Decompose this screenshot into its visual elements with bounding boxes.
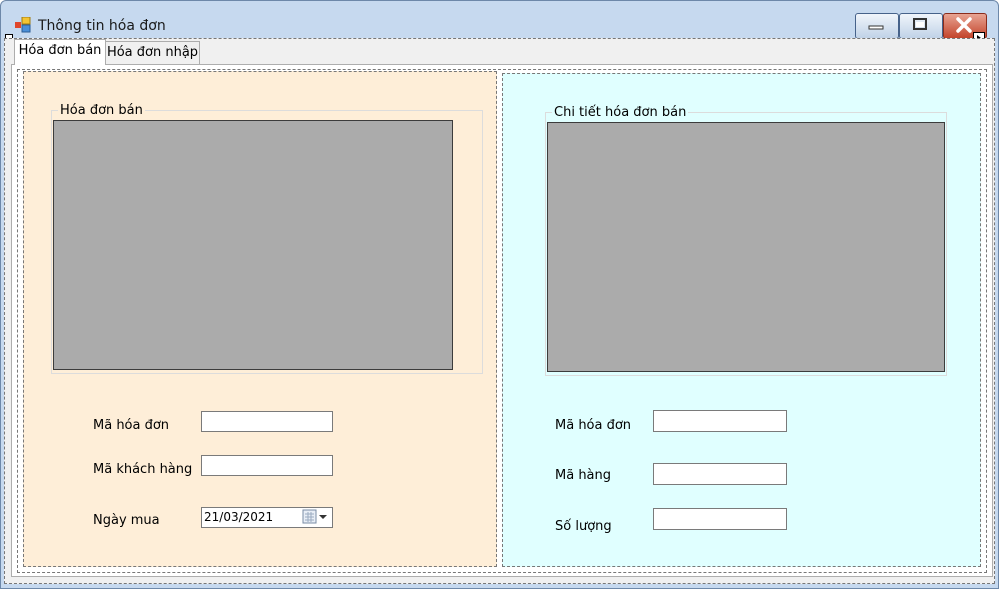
label-ma-khach-hang: Mã khách hàng [93, 462, 193, 477]
app-window: Thông tin hóa đơn Hóa đơn nhập Hóa đơn b… [0, 0, 999, 589]
label-ma-hoa-don: Mã hóa đơn [93, 418, 170, 433]
group-title: Chi tiết hóa đơn bán [552, 105, 689, 120]
ma-hoa-don-input[interactable] [201, 411, 333, 432]
minimize-button[interactable] [855, 13, 899, 39]
calendar-dropdown-icon[interactable] [302, 509, 330, 525]
ma-hang-input[interactable] [653, 463, 787, 485]
app-icon [15, 17, 31, 33]
maximize-icon [913, 18, 927, 30]
detail-ma-hoa-don-input[interactable] [653, 410, 787, 432]
sales-invoice-grid[interactable] [53, 120, 453, 370]
sales-invoice-panel: Hóa đơn bán Mã hóa đơn Mã khách hàng Ngà… [23, 71, 497, 567]
ngay-mua-datepicker[interactable]: 21/03/2021 [201, 507, 333, 528]
label-ma-hoa-don: Mã hóa đơn [555, 418, 632, 433]
maximize-button[interactable] [899, 13, 943, 39]
invoice-detail-panel: Chi tiết hóa đơn bán Mã hóa đơn Mã hàng … [502, 73, 981, 567]
label-ma-hang: Mã hàng [555, 468, 612, 483]
window-title: Thông tin hóa đơn [38, 18, 166, 34]
group-title: Hóa đơn bán [58, 103, 145, 118]
label-so-luong: Số lượng [555, 519, 612, 534]
ma-khach-hang-input[interactable] [201, 455, 333, 476]
date-value: 21/03/2021 [204, 510, 274, 524]
tab-hoa-don-ban[interactable]: Hóa đơn bán [14, 39, 106, 65]
minimize-icon [868, 25, 884, 30]
label-ngay-mua: Ngày mua [93, 513, 160, 528]
tab-hoa-don-nhap[interactable]: Hóa đơn nhập [105, 41, 200, 64]
title-bar[interactable]: Thông tin hóa đơn [1, 1, 998, 39]
so-luong-input[interactable] [653, 508, 787, 530]
invoice-detail-grid[interactable] [547, 122, 945, 372]
